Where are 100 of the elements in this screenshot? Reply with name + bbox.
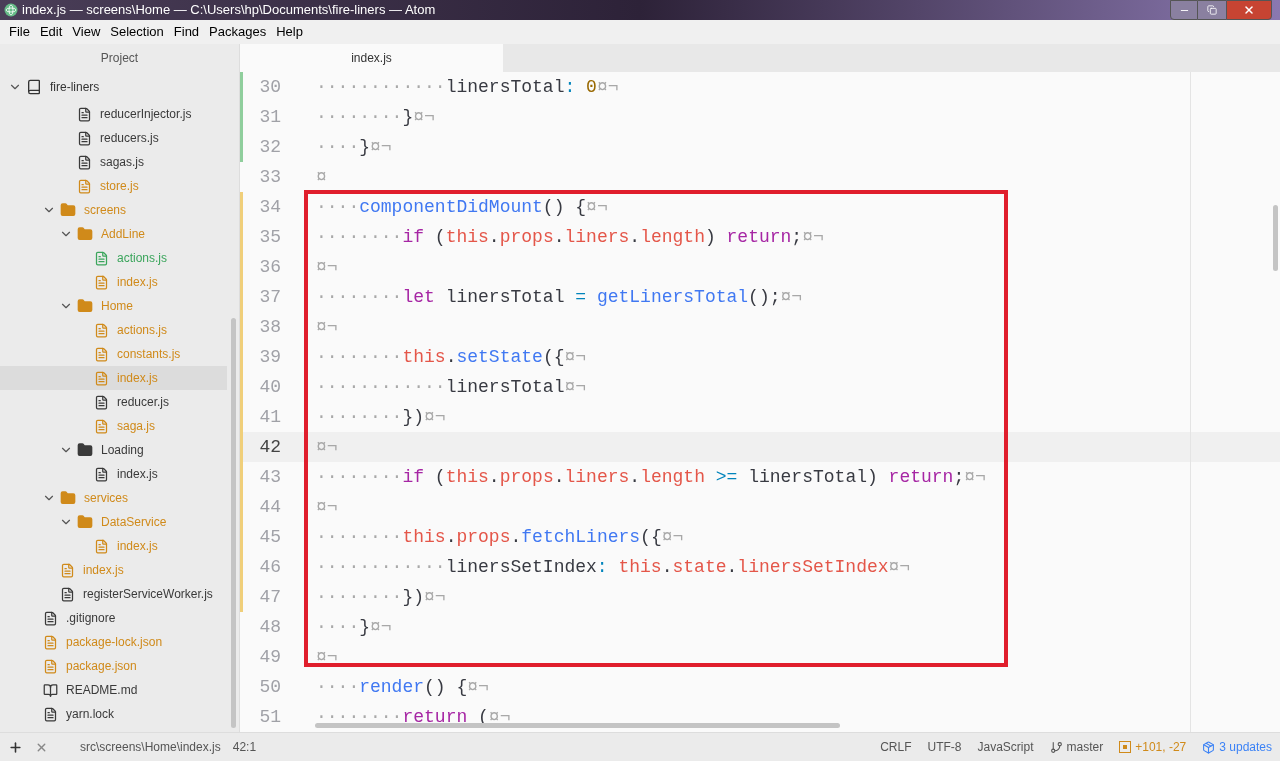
add-button[interactable]: [8, 739, 23, 755]
file-icon: [43, 634, 58, 650]
cursor-position[interactable]: 42:1: [232, 738, 257, 756]
file-icon: [94, 466, 109, 482]
tree-folder-item[interactable]: Loading: [0, 438, 227, 462]
folder-icon: [77, 226, 93, 242]
file-name: actions.js: [117, 322, 168, 339]
file-icon: [94, 346, 109, 362]
tree-file-item[interactable]: .gitignore: [0, 606, 227, 630]
menu-item[interactable]: Edit: [34, 22, 68, 42]
line-number: 50: [258, 675, 282, 699]
folder-name: AddLine: [101, 226, 146, 243]
file-name: package-lock.json: [66, 634, 163, 651]
file-icon: [60, 562, 75, 578]
line-number: 47: [258, 585, 282, 609]
line-number: 46: [258, 555, 282, 579]
menu-item[interactable]: Packages: [204, 22, 272, 42]
vertical-scrollbar[interactable]: [1273, 205, 1278, 271]
file-name: index.js: [117, 466, 158, 483]
tree-file-item[interactable]: reducers.js: [0, 126, 227, 150]
file-name: .gitignore: [66, 610, 116, 627]
tree-file-item[interactable]: reducer.js: [0, 390, 227, 414]
grammar[interactable]: JavaScript: [977, 738, 1034, 756]
code-editor[interactable]: [240, 72, 1280, 732]
tree-file-item[interactable]: yarn.lock: [0, 702, 227, 726]
line-number: 31: [258, 105, 282, 129]
line-number: 32: [258, 135, 282, 159]
file-path[interactable]: src\screens\Home\index.js: [80, 738, 221, 756]
tree-file-item[interactable]: registerServiceWorker.js: [0, 582, 227, 606]
file-icon: [77, 178, 92, 194]
tree-file-item[interactable]: sagas.js: [0, 150, 227, 174]
menu-item[interactable]: Help: [271, 22, 308, 42]
file-name: registerServiceWorker.js: [83, 586, 213, 603]
line-number: 39: [258, 345, 282, 369]
line-number: 38: [258, 315, 282, 339]
file-icon: [43, 610, 58, 626]
close-button[interactable]: [1226, 0, 1272, 20]
restore-button[interactable]: [1198, 0, 1226, 20]
window-title: index.js — screens\Home — C:\Users\hp\Documents\fire-liners — Atom: [22, 1, 436, 20]
tree-folder-item[interactable]: fire-liners: [0, 72, 227, 102]
editor-tab[interactable]: index.js: [240, 44, 503, 72]
code-line: ¤¬: [316, 645, 338, 669]
file-name: index.js: [117, 370, 158, 387]
git-branch[interactable]: master: [1066, 738, 1104, 756]
code-line: ····render() {¤¬: [316, 675, 489, 699]
horizontal-scrollbar[interactable]: [315, 723, 840, 728]
encoding[interactable]: UTF-8: [927, 738, 962, 756]
line-number: 41: [258, 405, 282, 429]
file-name: saga.js: [117, 418, 156, 435]
code-line: ········})¤¬: [316, 405, 446, 429]
menu-item[interactable]: Selection: [105, 22, 169, 42]
code-line: ¤¬: [316, 435, 338, 459]
code-line: ····componentDidMount() {¤¬: [316, 195, 608, 219]
menu-item[interactable]: View: [67, 22, 106, 42]
line-number: 34: [258, 195, 282, 219]
line-ending[interactable]: CRLF: [880, 738, 912, 756]
file-icon: [77, 130, 92, 146]
folder-icon: [60, 490, 76, 506]
code-line: ············linersSetIndex: this.state.linersSetIndex¤¬: [316, 555, 911, 579]
file-name: reducer.js: [117, 394, 170, 411]
scrollbar-thumb[interactable]: [231, 318, 236, 728]
menu-item[interactable]: Find: [168, 22, 205, 42]
line-number: 43: [258, 465, 282, 489]
code-line: ········this.setState({¤¬: [316, 345, 587, 369]
tree-file-item[interactable]: index.js: [0, 462, 227, 486]
line-number: 36: [258, 255, 282, 279]
file-icon: [94, 322, 109, 338]
tree-file-item[interactable]: README.md: [0, 678, 227, 702]
package-icon: [1202, 740, 1216, 754]
book-icon: [26, 79, 42, 95]
tree-file-item[interactable]: reducerInjector.js: [0, 102, 227, 126]
code-line: ¤¬: [316, 315, 338, 339]
restore-icon: [1207, 5, 1217, 15]
code-line: ¤¬: [316, 255, 338, 279]
code-line: ········})¤¬: [316, 585, 446, 609]
file-name: index.js: [117, 538, 158, 555]
line-number: 40: [258, 375, 282, 399]
code-line: ········let linersTotal = getLinersTotal();¤¬: [316, 285, 803, 309]
close-icon: [1243, 4, 1255, 16]
file-icon: [94, 370, 109, 386]
folder-name: fire-liners: [50, 79, 100, 96]
line-number: 49: [258, 645, 282, 669]
line-number: 35: [258, 225, 282, 249]
folder-name: Home: [101, 298, 133, 315]
code-line: ¤¬: [316, 495, 338, 519]
file-name: package.json: [66, 658, 137, 675]
file-icon: [77, 154, 92, 170]
folder-name: services: [84, 490, 128, 507]
file-icon: [43, 658, 58, 674]
code-line: ········this.props.fetchLiners({¤¬: [316, 525, 684, 549]
line-number: 45: [258, 525, 282, 549]
folder-icon: [77, 442, 93, 458]
folder-name: screens: [84, 202, 127, 219]
menu-item[interactable]: File: [4, 22, 35, 42]
file-name: README.md: [66, 682, 138, 699]
code-line: ········if (this.props.liners.length >= linersTotal) return;¤¬: [316, 465, 986, 489]
file-icon: [94, 394, 109, 410]
plus-icon: [8, 739, 23, 755]
folder-icon: [77, 298, 93, 314]
file-icon: [77, 106, 92, 122]
